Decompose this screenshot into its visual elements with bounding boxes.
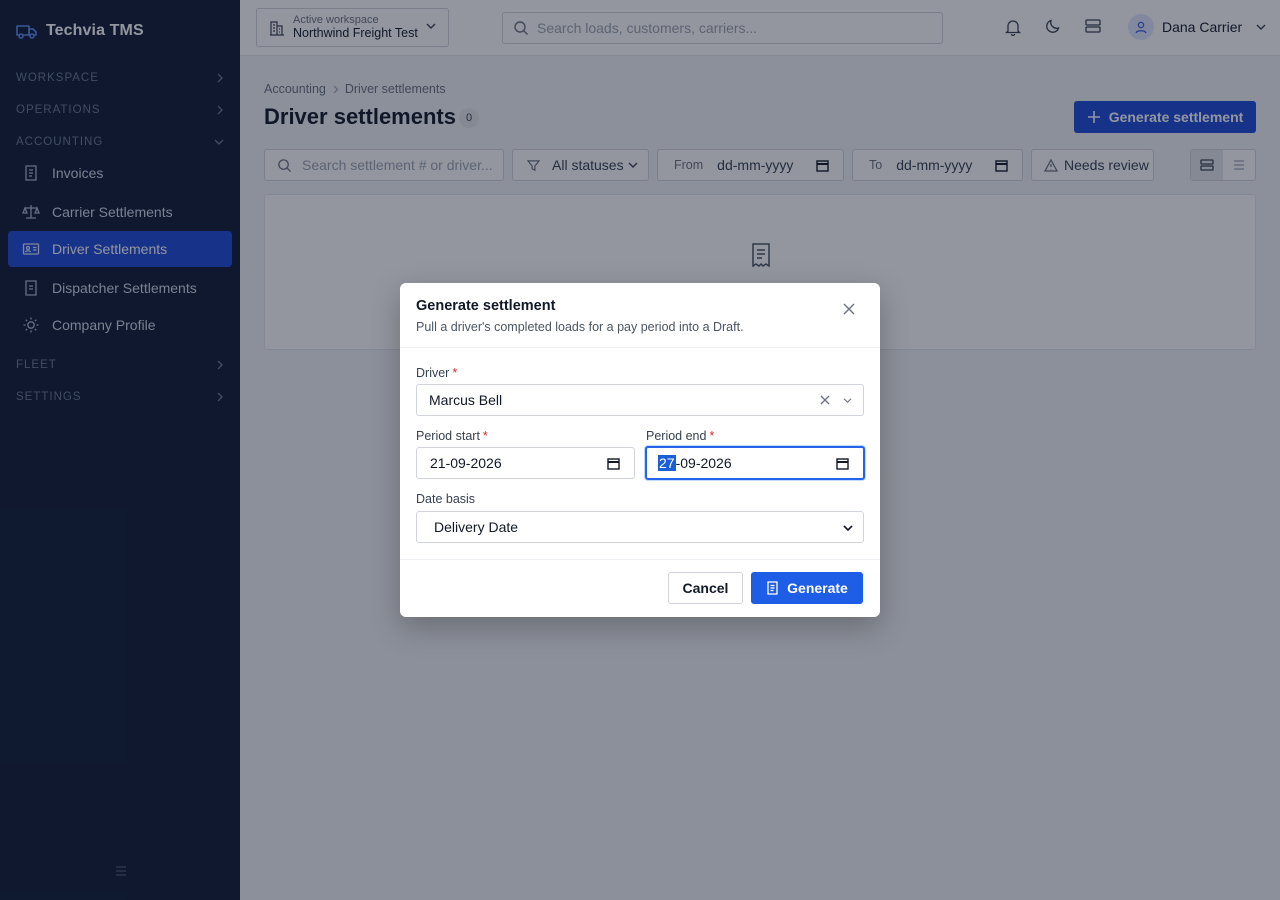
driver-label: Driver * [416, 366, 457, 380]
period-start-value: 21-09-2026 [430, 455, 502, 471]
required-mark: * [482, 429, 488, 443]
clear-icon[interactable] [820, 395, 830, 405]
modal-subtitle: Pull a driver's completed loads for a pa… [416, 320, 744, 334]
period-start-label-text: Period start [416, 429, 480, 443]
generate-settlement-modal: Generate settlement Pull a driver's comp… [400, 283, 880, 617]
required-mark: * [709, 429, 715, 443]
generate-button[interactable]: Generate [751, 572, 863, 604]
driver-select[interactable]: Marcus Bell [416, 384, 864, 416]
period-end-day-selected: 27 [658, 455, 676, 471]
modal-title: Generate settlement [416, 298, 556, 314]
chevron-down-icon [843, 524, 853, 532]
required-mark: * [452, 366, 458, 380]
modal-header: Generate settlement Pull a driver's comp… [400, 283, 880, 348]
period-start-label: Period start * [416, 429, 488, 443]
date-basis-select[interactable]: Delivery Date [416, 511, 864, 543]
driver-label-text: Driver [416, 366, 450, 380]
modal-footer-divider [400, 559, 880, 560]
close-icon[interactable] [843, 303, 855, 315]
period-start-input[interactable]: 21-09-2026 [416, 447, 635, 479]
calendar-icon[interactable] [836, 457, 849, 470]
date-basis-label: Date basis [416, 492, 476, 506]
period-end-label-text: Period end [646, 429, 707, 443]
driver-value: Marcus Bell [429, 392, 503, 408]
generate-label: Generate [787, 580, 848, 596]
cancel-button[interactable]: Cancel [668, 572, 743, 604]
period-end-rest: -09-2026 [675, 455, 732, 471]
calendar-icon[interactable] [607, 457, 620, 470]
chevron-down-icon [843, 397, 852, 404]
period-end-label: Period end * [646, 429, 714, 443]
document-icon [766, 581, 779, 595]
period-end-input[interactable]: 27 -09-2026 [645, 446, 865, 480]
date-basis-value: Delivery Date [434, 519, 519, 535]
